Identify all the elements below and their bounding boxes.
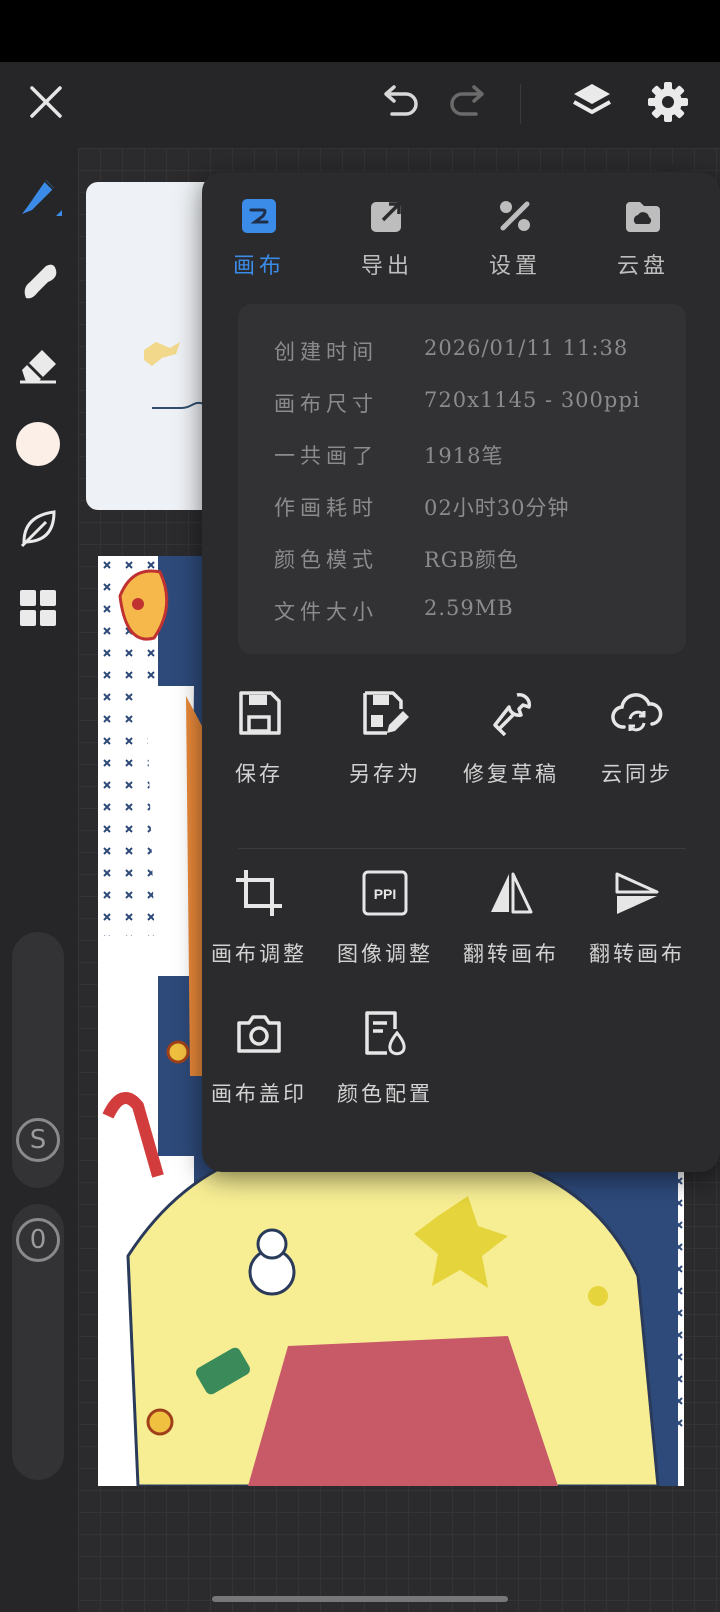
canvas-info-box: 创建时间 2026/01/11 11:38 画布尺寸 720x1145 - 30… [238,304,686,654]
layers-icon[interactable] [566,76,618,128]
redo-icon[interactable] [444,78,492,126]
undo-icon[interactable] [376,78,424,126]
ppi-icon: PPI [358,866,412,920]
save-as-button[interactable]: 另存为 [320,686,450,788]
flip-canvas-vertical-button[interactable]: 翻转画布 [572,866,702,968]
actions-divider [238,848,686,849]
tab-export-label: 导出 [360,254,413,279]
opacity-slider[interactable]: 0 [12,1204,64,1480]
pen-icon[interactable] [12,170,64,222]
tab-cloud-drive[interactable]: 云盘 [588,196,698,280]
top-toolbar [0,62,720,148]
export-icon [367,196,407,236]
tab-settings[interactable]: 设置 [460,196,570,280]
flip-vertical-icon [610,866,664,920]
crop-icon [232,866,286,920]
tab-canvas[interactable]: 画布 [204,196,314,280]
color-swatch[interactable] [16,422,60,466]
gear-icon[interactable] [642,76,694,128]
canvas-stamp-button[interactable]: 画布盖印 [194,1006,324,1108]
smudge-icon[interactable] [12,254,64,306]
leaf-icon[interactable] [12,502,64,554]
close-icon[interactable] [22,78,70,126]
flip-horizontal-icon [484,866,538,920]
canvas-menu-panel: 画布 导出 设置 云盘 创建时间 2026/01/11 11:38 画布尺寸 7… [202,172,720,1172]
tab-export[interactable]: 导出 [332,196,442,280]
ppi-text: PPI [374,886,397,902]
save-button[interactable]: 保存 [194,686,324,788]
eraser-icon[interactable] [12,338,64,390]
toolbar-divider [520,84,521,124]
color-profile-icon [358,1006,412,1060]
grid-icon[interactable] [12,582,64,634]
status-bar [0,0,720,62]
tab-cloud-drive-label: 云盘 [616,254,669,279]
wrench-icon [484,686,538,740]
save-icon [232,686,286,740]
cloud-sync-button[interactable]: 云同步 [572,686,702,788]
settings-tools-icon [495,196,535,236]
canvas-icon [239,196,279,236]
repair-draft-button[interactable]: 修复草稿 [446,686,576,788]
left-toolbar: S 0 [0,148,78,1612]
flip-canvas-horizontal-button[interactable]: 翻转画布 [446,866,576,968]
opacity-badge: 0 [16,1218,60,1262]
home-indicator [212,1596,508,1602]
brush-size-slider[interactable]: S [12,932,64,1188]
tab-canvas-label: 画布 [232,254,285,279]
color-profile-button[interactable]: 颜色配置 [320,1006,450,1108]
cloud-drive-icon [623,196,663,236]
save-as-icon [358,686,412,740]
image-adjust-button[interactable]: PPI 图像调整 [320,866,450,968]
cloud-sync-icon [610,686,664,740]
size-badge: S [16,1118,60,1162]
camera-icon [232,1006,286,1060]
tab-settings-label: 设置 [488,254,541,279]
canvas-adjust-button[interactable]: 画布调整 [194,866,324,968]
